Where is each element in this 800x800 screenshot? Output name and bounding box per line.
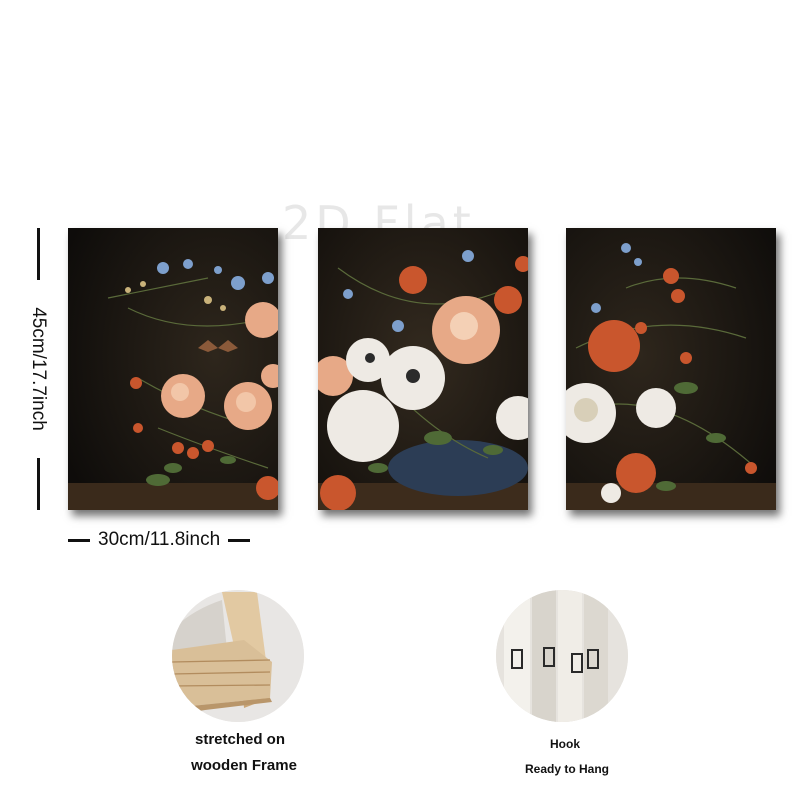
canvas-panel-middle xyxy=(318,228,528,510)
dimension-bar-bottom xyxy=(37,458,40,510)
hook-caption-line2: Ready to Hang xyxy=(524,762,609,776)
frame-caption-line2: wooden Frame xyxy=(191,757,297,774)
hook-photo xyxy=(496,590,628,722)
dimension-bar-top xyxy=(37,228,40,280)
width-label: 30cm/11.8inch xyxy=(98,529,221,550)
frame-caption-line1: stretched on xyxy=(194,731,285,748)
wooden-frame-photo xyxy=(172,590,304,722)
height-label: 45cm/17.7inch xyxy=(28,307,49,431)
floral-painting-left xyxy=(68,228,278,510)
hook-caption-line1: Hook xyxy=(550,737,580,751)
dimension-bar-left xyxy=(68,538,90,542)
height-dimension: 45cm/17.7inch xyxy=(18,228,58,510)
wooden-frame-icon xyxy=(172,590,304,722)
canvas-panel-left xyxy=(68,228,278,510)
hook-icon xyxy=(496,590,628,722)
canvas-panel-right xyxy=(566,228,776,510)
width-dimension: 30cm/11.8inch xyxy=(68,528,280,552)
floral-painting-right xyxy=(566,228,776,510)
dimension-bar-right xyxy=(228,538,251,542)
floral-painting-middle xyxy=(318,228,528,510)
